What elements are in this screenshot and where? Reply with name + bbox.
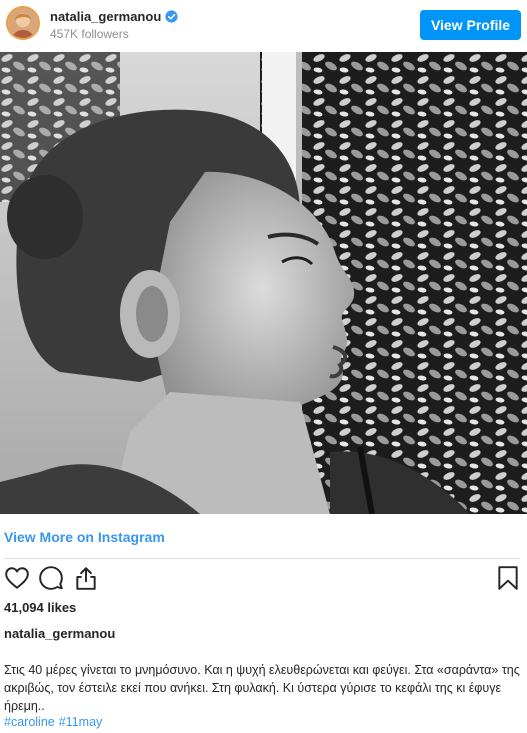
- hashtag-link[interactable]: #caroline: [4, 715, 55, 729]
- post-header: natalia_germanou 457K followers View Pro…: [0, 0, 527, 52]
- heart-icon: [5, 567, 29, 589]
- hashtags: #caroline #11may: [4, 715, 106, 729]
- post-caption: Στις 40 μέρες γίνεται το μνημόσυνο. Και …: [4, 663, 520, 713]
- username-text[interactable]: natalia_germanou: [50, 9, 161, 24]
- profile-username[interactable]: natalia_germanou: [50, 9, 178, 24]
- avatar[interactable]: [6, 6, 40, 40]
- share-button[interactable]: [73, 565, 99, 591]
- save-button[interactable]: [495, 565, 521, 591]
- followers-count: 457K followers: [50, 27, 129, 41]
- post-image[interactable]: [0, 52, 527, 514]
- verified-badge-icon: [165, 10, 178, 23]
- likes-count[interactable]: 41,094 likes: [4, 600, 76, 615]
- post-photo-graphic: [0, 52, 527, 514]
- view-profile-button[interactable]: View Profile: [420, 10, 521, 40]
- share-icon: [76, 567, 96, 590]
- view-more-on-instagram-link[interactable]: View More on Instagram: [4, 529, 165, 545]
- hashtag-link[interactable]: #11may: [59, 715, 103, 729]
- post-author[interactable]: natalia_germanou: [4, 626, 115, 641]
- bookmark-icon: [498, 566, 518, 590]
- avatar-image: [8, 8, 38, 38]
- comment-bubble-icon: [39, 566, 63, 590]
- like-button[interactable]: [4, 565, 30, 591]
- comment-button[interactable]: [38, 565, 64, 591]
- action-bar: [0, 565, 527, 593]
- divider: [4, 558, 520, 559]
